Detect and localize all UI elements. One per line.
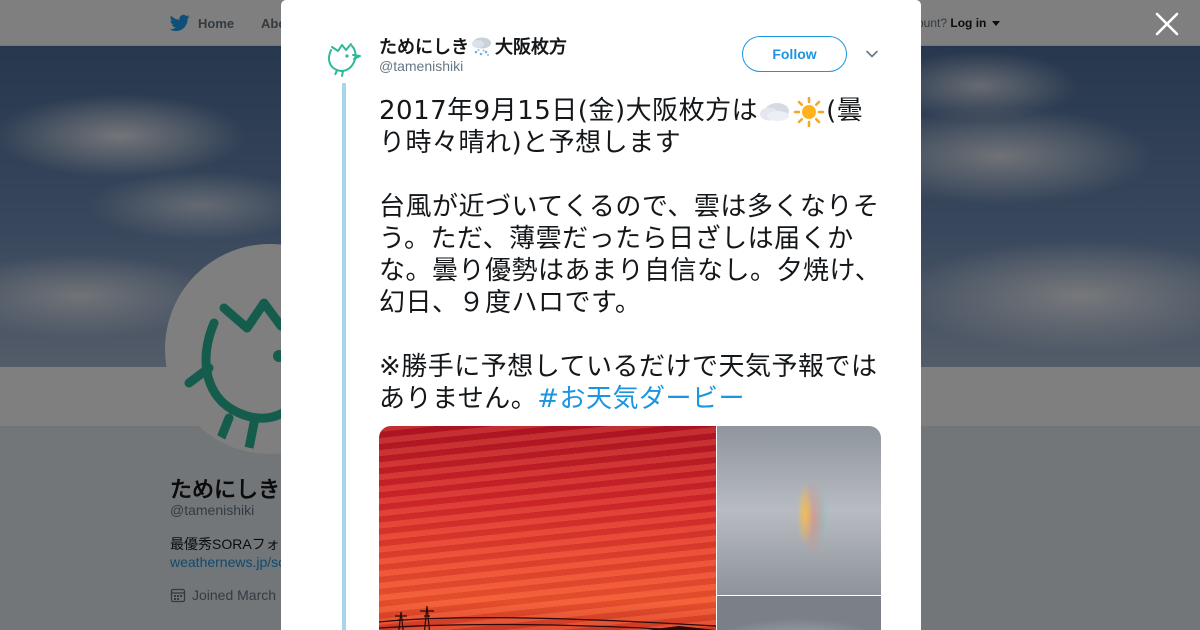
author-name-suffix: 大阪枚方 [495,37,567,57]
power-pylon-silhouette [379,605,716,630]
media-photo-sundog[interactable] [717,426,881,595]
media-photo-halo[interactable] [717,596,881,630]
author-name-text: ためにしき [379,37,469,57]
tweet-author-name[interactable]: ためにしき 大阪枚方 [379,33,567,59]
tweet-media-grid [379,426,881,630]
chick-avatar-icon [328,43,361,77]
sun-icon [793,96,825,127]
tweet-line-1a: 2017年9月15日(金)大阪枚方は [379,96,759,126]
cloud-icon [760,102,790,121]
tweet-modal: ためにしき 大阪枚方 @tamenishiki Follow 2017年9月15… [281,0,921,630]
tweet-paragraph-1: 2017年9月15日(金)大阪枚方は (曇り時々晴れ)と予想します [379,95,889,159]
media-photo-sunset[interactable] [379,426,716,630]
tweet-paragraph-3: ※勝手に予想しているだけで天気予報ではありません。#お天気ダービー [379,351,889,415]
tweet-author-avatar[interactable] [323,35,365,77]
thread-line [342,83,346,630]
tweet-text: 2017年9月15日(金)大阪枚方は (曇り時々晴れ)と予想します 台風が近づいて… [379,95,889,415]
tweet-author-handle[interactable]: @tamenishiki [379,58,463,74]
cloud-snow-rain-icon [472,37,491,56]
follow-button[interactable]: Follow [742,36,847,72]
tweet-paragraph-2: 台風が近づいてくるので、雲は多くなりそう。ただ、薄雲だったら日ざしは届くかな。曇… [379,192,882,318]
hashtag-link[interactable]: #お天気ダービー [537,384,745,414]
chevron-down-icon[interactable] [865,47,879,61]
close-icon[interactable] [1154,11,1180,37]
